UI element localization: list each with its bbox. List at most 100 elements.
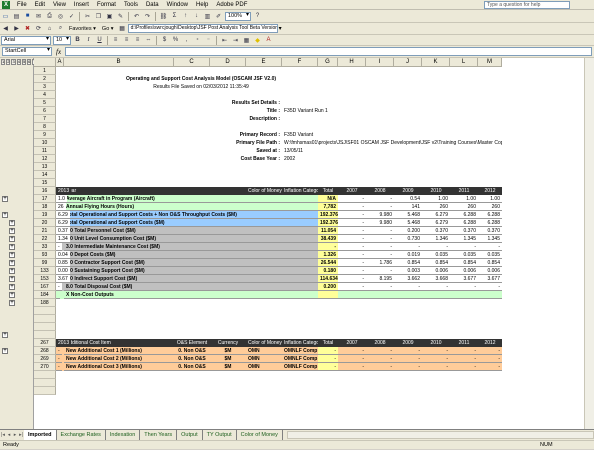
sheet-tab-then-years[interactable]: Then Years: [140, 430, 178, 440]
row-value[interactable]: 1.345: [450, 235, 478, 243]
sort-ascending-icon[interactable]: ↑: [181, 12, 190, 21]
row-total[interactable]: 0.180: [318, 267, 338, 275]
autosum-icon[interactable]: Σ: [170, 12, 179, 21]
row-label[interactable]: Annual Flying Hours (Hours): [64, 203, 318, 211]
row-value[interactable]: [338, 291, 366, 299]
row-value[interactable]: 0.035: [450, 251, 478, 259]
row-value[interactable]: 0.54: [394, 195, 422, 203]
header-color-of-money[interactable]: Color of Money: [246, 187, 282, 195]
report-title[interactable]: Operating and Support Cost Analysis Mode…: [64, 75, 338, 83]
row-value[interactable]: 0.854: [394, 259, 422, 267]
worksheet[interactable]: 12345678 +++++++++++++++ ABCDEFGHIJKLM 1…: [0, 58, 594, 429]
additional-total[interactable]: -: [318, 355, 338, 363]
row-value[interactable]: 3.677: [450, 275, 478, 283]
row-value[interactable]: 1.00: [478, 195, 502, 203]
column-header[interactable]: D: [210, 58, 246, 67]
row-value[interactable]: 5.468: [394, 219, 422, 227]
additional-value[interactable]: -: [422, 355, 450, 363]
go-menu[interactable]: Go ▾: [102, 26, 114, 32]
currency-icon[interactable]: $: [160, 36, 169, 45]
row-label[interactable]: 6.0 Sustaining Support Cost ($M): [64, 267, 318, 275]
header-year-col[interactable]: 2013: [56, 339, 72, 347]
row-value[interactable]: 0.200: [394, 227, 422, 235]
row-value[interactable]: -: [366, 243, 394, 251]
additional-value[interactable]: -: [338, 363, 366, 371]
row-value[interactable]: -: [450, 283, 478, 291]
row-value[interactable]: -: [366, 203, 394, 211]
row-header[interactable]: 10: [34, 139, 56, 147]
row-header[interactable]: 99: [34, 259, 56, 267]
row-value[interactable]: 0.854: [450, 259, 478, 267]
zoom-select[interactable]: 100%: [225, 11, 251, 21]
cut-icon[interactable]: ✂: [83, 12, 92, 21]
font-color-icon[interactable]: A: [264, 36, 273, 45]
italic-icon[interactable]: I: [84, 36, 93, 45]
row-total[interactable]: 7,782: [318, 203, 338, 211]
base-year-value[interactable]: 2002: [282, 155, 366, 163]
row-header[interactable]: 188: [34, 299, 56, 307]
outline-expand-button[interactable]: +: [9, 260, 15, 266]
row-header[interactable]: 17: [34, 195, 56, 203]
header-year-col[interactable]: 2011: [450, 339, 478, 347]
increase-decimal-icon[interactable]: ⁺: [193, 36, 202, 45]
additional-value[interactable]: -: [394, 347, 422, 355]
row-value[interactable]: 0.370: [422, 227, 450, 235]
align-left-icon[interactable]: ≡: [111, 36, 120, 45]
additional-value[interactable]: -: [422, 347, 450, 355]
row-value[interactable]: 0.00: [56, 267, 70, 275]
header-year-col[interactable]: 2009: [394, 187, 422, 195]
row-value[interactable]: 6.29: [56, 211, 70, 219]
row-value[interactable]: -: [338, 259, 366, 267]
sheet-tab-imported[interactable]: Imported: [24, 430, 57, 440]
outline-expand-button[interactable]: +: [2, 332, 8, 338]
additional-cost-label[interactable]: New Additional Cost 2 (Millions): [64, 355, 174, 363]
sheet-tab-indexation[interactable]: Indexation: [106, 430, 141, 440]
row-header[interactable]: [34, 387, 56, 395]
bold-icon[interactable]: B: [73, 36, 82, 45]
row-label[interactable]: Average Aircraft in Program (Aircraft): [64, 195, 318, 203]
merge-center-icon[interactable]: ⇔: [144, 36, 153, 45]
additional-value[interactable]: -: [422, 363, 450, 371]
back-icon[interactable]: ◀: [1, 24, 10, 33]
sheet-tab-exchange-rates[interactable]: Exchange Rates: [57, 430, 106, 440]
additional-value[interactable]: -: [478, 363, 502, 371]
header-additional-item[interactable]: Additional Cost Item: [64, 339, 174, 347]
row-value[interactable]: 6.29: [56, 219, 70, 227]
row-label[interactable]: 1.0 Total Personnel Cost ($M): [64, 227, 318, 235]
saved-at-value[interactable]: 13/05/11: [282, 147, 366, 155]
formula-input[interactable]: [65, 47, 592, 56]
additional-inflation[interactable]: OMNLF Comp: [282, 355, 318, 363]
row-value[interactable]: 1.00: [422, 195, 450, 203]
align-center-icon[interactable]: ≡: [122, 36, 131, 45]
row-total[interactable]: [318, 291, 338, 299]
additional-value[interactable]: -: [450, 363, 478, 371]
outline-expand-button[interactable]: +: [9, 244, 15, 250]
outline-level-button[interactable]: 5: [21, 59, 27, 65]
row-value[interactable]: -: [478, 283, 502, 291]
fill-color-icon[interactable]: ◆: [253, 36, 262, 45]
row-total[interactable]: 1.326: [318, 251, 338, 259]
header-year-col[interactable]: 2012: [478, 339, 502, 347]
row-header[interactable]: 4: [34, 91, 56, 99]
row-header[interactable]: [34, 379, 56, 387]
row-value[interactable]: 0.006: [450, 267, 478, 275]
outline-expand-button[interactable]: +: [9, 276, 15, 282]
row-total[interactable]: 114.634: [318, 275, 338, 283]
column-header[interactable]: L: [450, 58, 478, 67]
file-path-value[interactable]: W:\fmhsmas01\projects\JSJ\SF01 OSCAM JSF…: [282, 139, 502, 147]
row-total[interactable]: 192.376: [318, 219, 338, 227]
redo-icon[interactable]: ↷: [143, 12, 152, 21]
row-header[interactable]: 2: [34, 75, 56, 83]
row-value[interactable]: -: [478, 243, 502, 251]
menu-item-edit[interactable]: Edit: [31, 2, 49, 8]
row-header[interactable]: 184: [34, 291, 56, 299]
header-year-col[interactable]: 2010: [422, 339, 450, 347]
row-value[interactable]: -: [366, 195, 394, 203]
row-value[interactable]: -: [366, 251, 394, 259]
column-header[interactable]: K: [422, 58, 450, 67]
favorites-menu[interactable]: Favorites ▾: [69, 26, 96, 32]
row-value[interactable]: 3.662: [394, 275, 422, 283]
save-icon[interactable]: ■: [23, 12, 32, 21]
outline-expand-button[interactable]: +: [9, 228, 15, 234]
row-value[interactable]: 6.288: [478, 211, 502, 219]
